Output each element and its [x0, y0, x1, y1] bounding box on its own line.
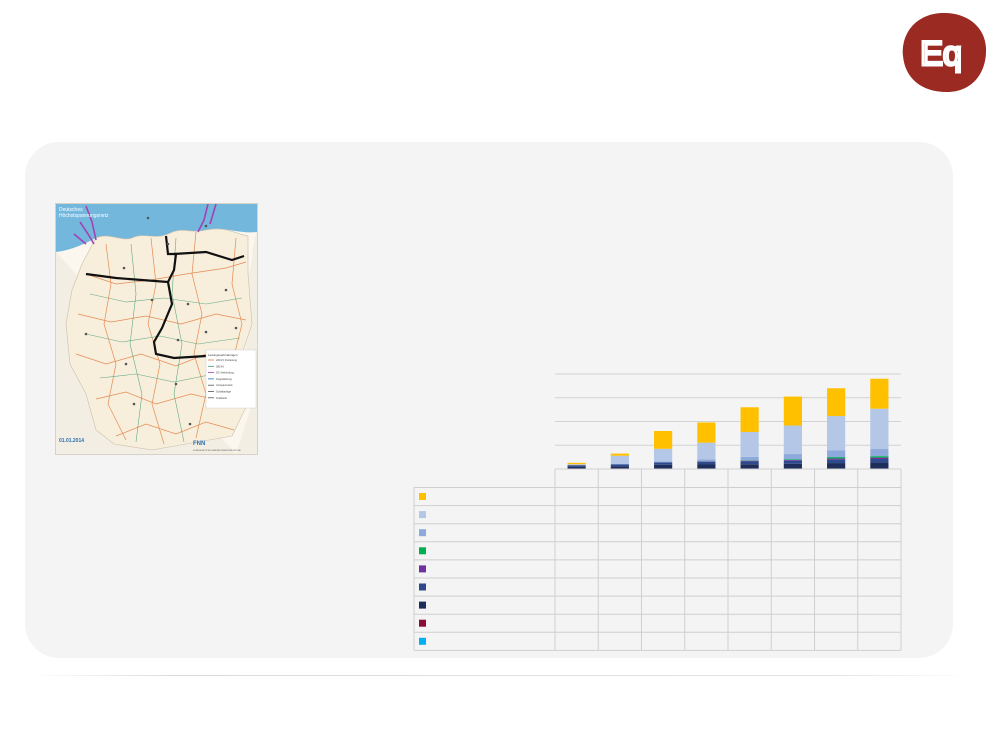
bar-segment: [697, 459, 716, 462]
bar-segment: [870, 449, 889, 457]
bar-segment: [783, 425, 802, 455]
bar-segment: [827, 416, 846, 451]
bar-segment: [783, 454, 802, 460]
chart-bars: [567, 378, 889, 469]
legend-key: [419, 547, 426, 555]
bar-segment: [740, 456, 759, 461]
bar-segment: [654, 464, 673, 469]
stacked-bar-chart: [413, 373, 902, 651]
bar-segment: [870, 456, 889, 458]
legend-key: [419, 637, 426, 645]
bar-segment: [740, 460, 759, 462]
bar-segment: [783, 459, 802, 460]
bar-segment: [827, 459, 846, 464]
chart-data-table: [413, 468, 902, 651]
legend-key: [419, 583, 426, 591]
bar-segment: [870, 459, 889, 463]
bar-segment: [783, 463, 802, 469]
bar-segment: [567, 462, 586, 465]
bar-segment: [870, 378, 889, 409]
legend-key: [419, 529, 426, 537]
bar-segment: [783, 459, 802, 461]
bar-segment: [567, 464, 586, 465]
bar-segment: [870, 462, 889, 469]
bar-segment: [827, 463, 846, 469]
bar-segment: [740, 431, 759, 457]
chart-gridlines: [555, 373, 901, 470]
legend-key: [419, 493, 426, 500]
bar-segment: [783, 396, 802, 426]
bar-segment: [740, 461, 759, 465]
bar-segment: [783, 460, 802, 464]
bar-segment: [870, 457, 889, 460]
bar-segment: [654, 448, 673, 462]
bar-segment: [654, 431, 673, 449]
bar-segment: [610, 455, 629, 465]
bar-segment: [697, 464, 716, 469]
bar-segment: [827, 450, 846, 458]
bar-segment: [697, 461, 716, 465]
bar-segment: [567, 465, 586, 467]
legend-key: [419, 601, 426, 609]
bar-segment: [827, 458, 846, 460]
bar-segment: [870, 408, 889, 450]
bar-segment: [610, 464, 629, 467]
bar-segment: [697, 442, 716, 460]
bar-segment: [740, 464, 759, 469]
bar-segment: [654, 461, 673, 463]
bar-segment: [827, 457, 846, 459]
bar-segment: [740, 407, 759, 432]
bar-segment: [610, 453, 629, 456]
legend-key: [419, 619, 426, 627]
bar-segment: [697, 422, 716, 443]
bar-segment: [827, 388, 846, 417]
legend-key: [419, 565, 426, 573]
footer-divider: [28, 675, 974, 676]
legend-key: [419, 511, 426, 519]
bar-segment: [654, 462, 673, 465]
